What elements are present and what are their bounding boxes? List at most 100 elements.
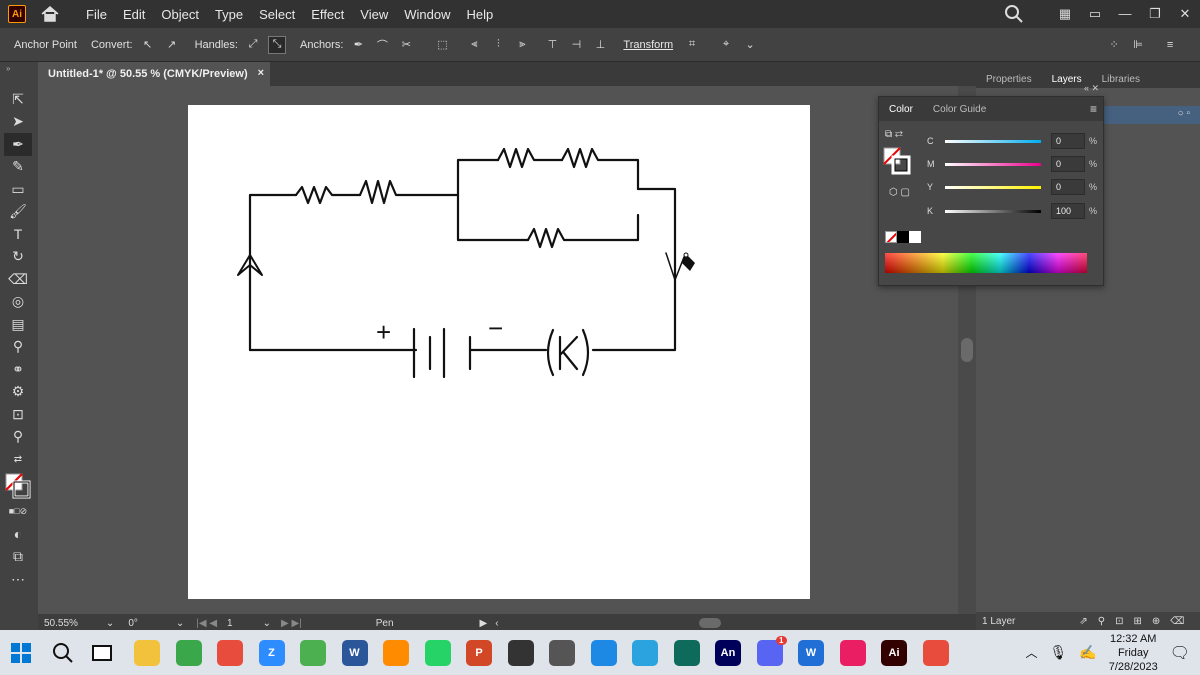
menu-file[interactable]: File (78, 7, 115, 22)
rotation-dropdown-icon[interactable]: ⌄ (176, 618, 184, 629)
layer-action-icons[interactable]: ⇗⚲⊡⊞⊕⌫ (1079, 616, 1194, 627)
channel-k-slider[interactable] (945, 209, 1041, 213)
channel-k-value[interactable]: 100 (1051, 203, 1085, 219)
artboard-dropdown-icon[interactable]: ⌄ (263, 618, 271, 629)
panel-options-icon[interactable]: ⊫ (1129, 36, 1147, 54)
zoom-tool-icon[interactable]: ⚲ (4, 426, 32, 449)
selection-tool-icon[interactable]: ⇱ (4, 88, 32, 111)
eraser-tool-icon[interactable]: ⌫ (4, 268, 32, 291)
arrange-icon[interactable]: ⁘ (1105, 36, 1123, 54)
search-icon[interactable] (1004, 4, 1024, 24)
remove-anchor-icon[interactable]: ✒ (349, 36, 367, 54)
zoom-dropdown-icon[interactable]: ⌄ (106, 618, 114, 629)
type-tool-icon[interactable]: T (4, 223, 32, 246)
isolate-icon[interactable]: ⌗ (683, 36, 701, 54)
direct-selection-tool-icon[interactable]: ➤ (4, 111, 32, 134)
show-handles-icon[interactable]: ⤢ (244, 36, 262, 54)
animate-icon[interactable]: An (715, 639, 741, 666)
align-bottom-icon[interactable]: ⊥ (591, 36, 609, 54)
powerpoint-icon[interactable]: P (466, 639, 492, 666)
convert-smooth-icon[interactable]: ↗ (163, 36, 181, 54)
align-left-icon[interactable]: ⫷ (465, 36, 483, 54)
close-icon[interactable]: ✕ (1176, 7, 1194, 21)
channel-y-slider[interactable] (945, 185, 1041, 189)
app-blue-icon[interactable] (590, 639, 617, 666)
align-top-icon[interactable]: ⊤ (543, 36, 561, 54)
davinci-icon[interactable] (507, 639, 534, 666)
chrome-2-icon[interactable] (922, 639, 949, 666)
close-document-icon[interactable]: × (258, 67, 264, 79)
cut-path-icon[interactable]: ✂ (397, 36, 415, 54)
document-tab[interactable]: Untitled-1* @ 50.55 % (CMYK/Preview) × (38, 62, 270, 86)
tab-color-guide[interactable]: Color Guide (923, 104, 996, 115)
panel-menu-icon[interactable]: ≡ (1090, 102, 1097, 116)
notepad-icon[interactable] (300, 639, 326, 666)
paintbrush-tool-icon[interactable]: 🖌 (4, 201, 32, 224)
workspace-icon[interactable]: ▭ (1086, 7, 1104, 21)
pen-tray-icon[interactable]: ✍ (1079, 644, 1096, 661)
default-colors-icon[interactable]: ⧉ ⇄ (885, 129, 903, 140)
notification-icon[interactable]: 🗨 (1170, 643, 1190, 663)
more-tools-icon[interactable]: ⋯ (4, 568, 32, 591)
layer-target-icon[interactable]: ○ ▫ (1178, 108, 1190, 119)
convert-corner-icon[interactable]: ↖ (139, 36, 157, 54)
arrange-documents-icon[interactable]: ▦ (1056, 7, 1074, 21)
telegram-icon[interactable] (632, 639, 658, 666)
word-icon[interactable]: W (341, 639, 368, 666)
align-to-icon[interactable]: ⬚ (433, 36, 451, 54)
file-explorer-icon[interactable] (134, 639, 160, 666)
windows-start-icon[interactable] (10, 642, 32, 664)
hide-handles-icon[interactable]: ⤡ (267, 35, 286, 54)
color-spectrum[interactable] (885, 253, 1087, 273)
menu-view[interactable]: View (352, 7, 396, 22)
clock[interactable]: 12:32 AM Friday 7/28/2023 (1109, 632, 1158, 674)
menu-select[interactable]: Select (251, 7, 303, 22)
app-orange-icon[interactable] (383, 639, 409, 666)
hscroll-left-icon[interactable]: ‹ (495, 618, 498, 629)
blend-tool-icon[interactable]: ⚭ (4, 358, 32, 381)
pen-tool-icon[interactable]: ✒ (4, 133, 32, 156)
color-fill-stroke-icon[interactable] (883, 147, 911, 175)
channel-c-value[interactable]: 0 (1051, 133, 1085, 149)
tray-overflow-icon[interactable]: ︿ (1026, 644, 1038, 661)
chrome-icon[interactable] (217, 639, 243, 666)
channel-m-slider[interactable] (945, 162, 1041, 166)
swap-fill-stroke-icon[interactable]: ⇄ (4, 448, 32, 471)
artboard-number[interactable]: 1 (227, 618, 233, 629)
home-icon[interactable] (40, 5, 60, 23)
none-black-white-swatches[interactable] (885, 231, 921, 243)
gradient-tool-icon[interactable]: ▤ (4, 313, 32, 336)
rotation-value[interactable]: 0° (128, 618, 138, 629)
curvature-tool-icon[interactable]: ✎ (4, 156, 32, 179)
menu-edit[interactable]: Edit (115, 7, 153, 22)
hscroll-thumb[interactable] (698, 618, 721, 628)
chatgpt-icon[interactable] (549, 639, 575, 666)
terminal-icon[interactable] (673, 639, 700, 666)
wps-icon[interactable]: W (798, 639, 824, 666)
tab-properties[interactable]: Properties (976, 74, 1042, 88)
puppet-warp-icon[interactable]: ⌖ (717, 36, 735, 54)
transform-link[interactable]: Transform (623, 39, 673, 51)
color-mode-icons[interactable]: ■□⊘ (4, 501, 32, 524)
zoom-level[interactable]: 50.55% (44, 617, 78, 629)
restore-icon[interactable]: ❐ (1146, 7, 1164, 21)
illustrator-icon[interactable]: Ai (881, 639, 907, 666)
draw-mode-icon[interactable]: ◐ (4, 523, 32, 546)
menu-effect[interactable]: Effect (303, 7, 352, 22)
minimize-icon[interactable]: — (1116, 7, 1134, 21)
microphone-icon[interactable]: 🎙 (1050, 644, 1068, 661)
collapse-arrows-icon[interactable]: » (0, 62, 38, 75)
taskbar-search-icon[interactable] (52, 642, 74, 664)
rotate-tool-icon[interactable]: ↻ (4, 246, 32, 269)
menu-window[interactable]: Window (396, 7, 458, 22)
panel-collapse-icons[interactable]: « ✕ (1084, 83, 1099, 94)
screen-mode-icon[interactable]: ⧉ (4, 546, 32, 569)
rectangle-tool-icon[interactable]: ▭ (4, 178, 32, 201)
menu-object[interactable]: Object (153, 7, 207, 22)
first-artboard-icon[interactable]: |◀ ◀ (196, 618, 217, 629)
menu-icon[interactable]: ≡ (1161, 36, 1179, 54)
align-right-icon[interactable]: ⫸ (513, 36, 531, 54)
channel-y-value[interactable]: 0 (1051, 179, 1085, 195)
tab-color[interactable]: Color (879, 104, 923, 115)
zoom-icon[interactable]: Z (258, 639, 285, 666)
